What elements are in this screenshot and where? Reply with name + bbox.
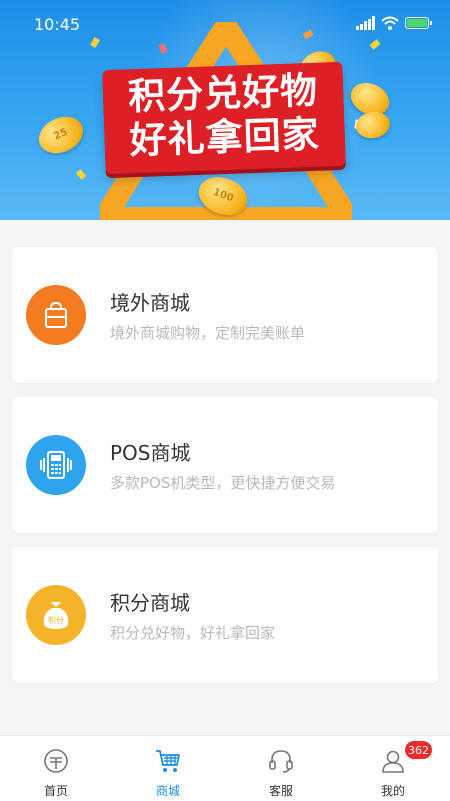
card-subtitle: 境外商城购物，定制完美账单 <box>110 324 306 342</box>
tab-mine[interactable]: 362 我的 <box>348 736 438 801</box>
tab-mall[interactable]: 商城 <box>123 736 213 801</box>
headset-icon <box>269 750 293 773</box>
tab-label: 商城 <box>155 784 180 798</box>
card-title: 积分商城 <box>110 591 190 615</box>
home-icon <box>44 749 68 773</box>
coin-label: 100 <box>211 186 235 205</box>
pos-machine-icon <box>26 435 86 495</box>
signal-icon <box>356 16 376 30</box>
shopping-bag-icon <box>26 285 86 345</box>
confetti-decoration <box>75 169 87 180</box>
card-title: POS商城 <box>110 441 191 465</box>
cart-icon <box>156 750 180 772</box>
wifi-icon <box>381 16 399 30</box>
mall-card-pos[interactable]: POS商城 多款POS机类型，更快捷方便交易 <box>12 397 438 533</box>
points-bag-icon: 积分 <box>26 585 86 645</box>
tab-home[interactable]: 首页 <box>11 736 101 801</box>
status-bar: 10:45 <box>0 0 450 48</box>
promo-headline: 积分兑好物 好礼拿回家 <box>102 61 346 175</box>
battery-icon <box>405 17 432 29</box>
tab-customer-service[interactable]: 客服 <box>236 736 326 801</box>
promo-banner[interactable]: 10:45 25 100 积分兑好物 好礼拿回家 <box>0 0 450 220</box>
coin-label: 25 <box>52 126 70 143</box>
tab-label: 首页 <box>43 784 68 798</box>
mall-card-points[interactable]: 积分 积分商城 积分兑好物，好礼拿回家 <box>12 547 438 683</box>
points-icon-label: 积分 <box>48 615 64 625</box>
card-title: 境外商城 <box>110 291 190 315</box>
status-time: 10:45 <box>34 15 81 34</box>
tab-label: 客服 <box>268 784 293 798</box>
tab-label: 我的 <box>380 784 405 798</box>
user-icon <box>382 750 404 773</box>
coin-25-decoration: 25 <box>32 109 90 161</box>
bottom-tab-bar: 首页 商城 客服 362 我的 <box>0 735 450 801</box>
mall-card-overseas[interactable]: 境外商城 境外商城购物，定制完美账单 <box>12 247 438 383</box>
card-subtitle: 积分兑好物，好礼拿回家 <box>110 624 276 642</box>
card-subtitle: 多款POS机类型，更快捷方便交易 <box>110 474 336 492</box>
promo-line-2: 好礼拿回家 <box>128 112 321 163</box>
notification-badge: 362 <box>404 740 433 760</box>
